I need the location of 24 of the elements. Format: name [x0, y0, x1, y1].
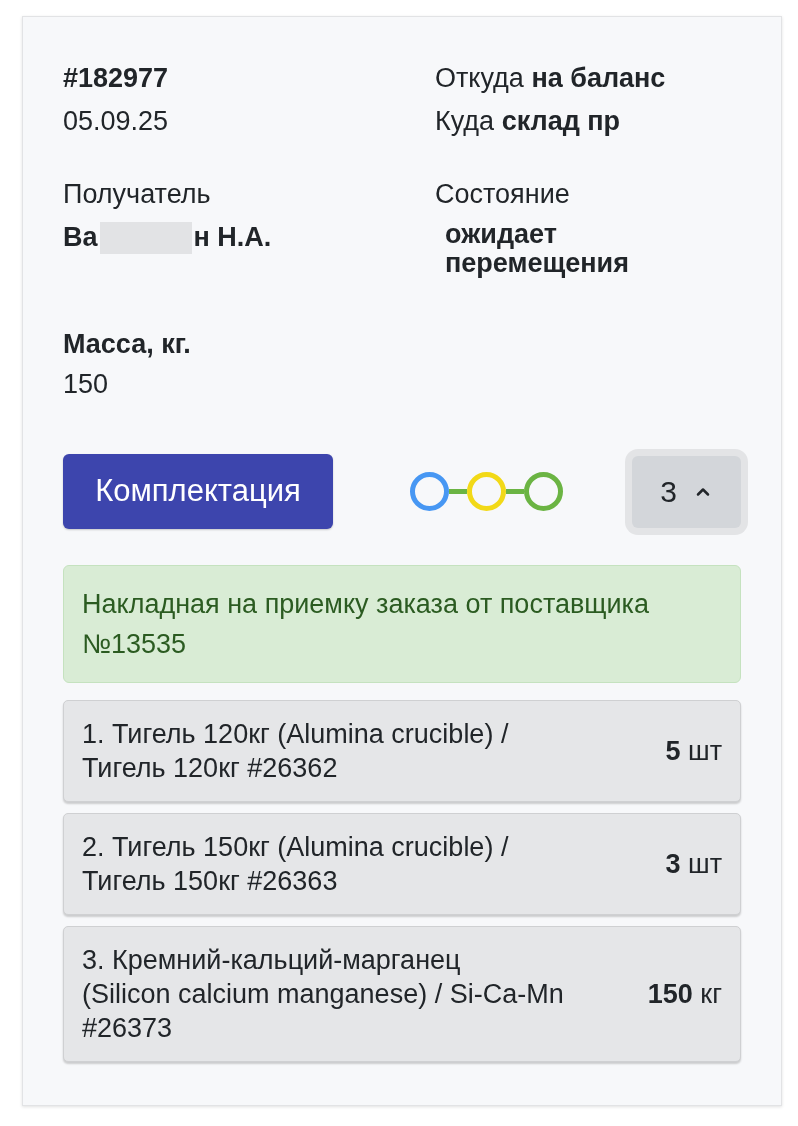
order-date: 05.09.25 — [63, 105, 169, 138]
assembly-button[interactable]: Комплектация — [63, 454, 333, 529]
item-row[interactable]: 3. Кремний-кальций-марганец (Silicon calcium manganese) / Si-Ca-Mn #26373 150 кг — [63, 926, 741, 1062]
alert-text: Накладная на приемку заказа от поставщика №13535 — [82, 588, 651, 661]
item-row[interactable]: 1. Тигель 120кг (Alumina crucible) / Тигель 120кг #26362 5 шт — [63, 700, 741, 802]
item-name: 1. Тигель 120кг (Alumina crucible) / Тигель 120кг #26362 — [82, 718, 509, 785]
item-name: 3. Кремний-кальций-марганец (Silicon calcium manganese) / Si-Ca-Mn #26373 — [82, 944, 564, 1045]
item-quantity: 5 шт — [665, 735, 722, 768]
item-quantity: 3 шт — [665, 848, 722, 881]
recipient-name: н Н.А. — [193, 221, 272, 254]
item-row[interactable]: 2. Тигель 150кг (Alumina crucible) / Тигель 150кг #26363 3 шт — [63, 813, 741, 915]
recipient-name: Ва — [63, 221, 98, 254]
order-number: #182977 — [63, 62, 169, 95]
item-name: 2. Тигель 150кг (Alumina crucible) / Тигель 150кг #26363 — [82, 831, 509, 898]
item-quantity: 150 кг — [647, 978, 722, 1011]
recipient-label: Получатель — [63, 178, 211, 211]
mass-value: 150 — [63, 368, 109, 401]
status-label: Состояние — [435, 178, 570, 211]
step-connector — [506, 489, 524, 494]
status-value: ожидает перемещения — [444, 220, 630, 278]
mass-label: Масса, кг. — [63, 328, 191, 361]
route-text: Куда склад пр — [435, 105, 621, 138]
route-text: Откуда на баланс — [435, 62, 666, 95]
step-connector — [449, 489, 467, 494]
